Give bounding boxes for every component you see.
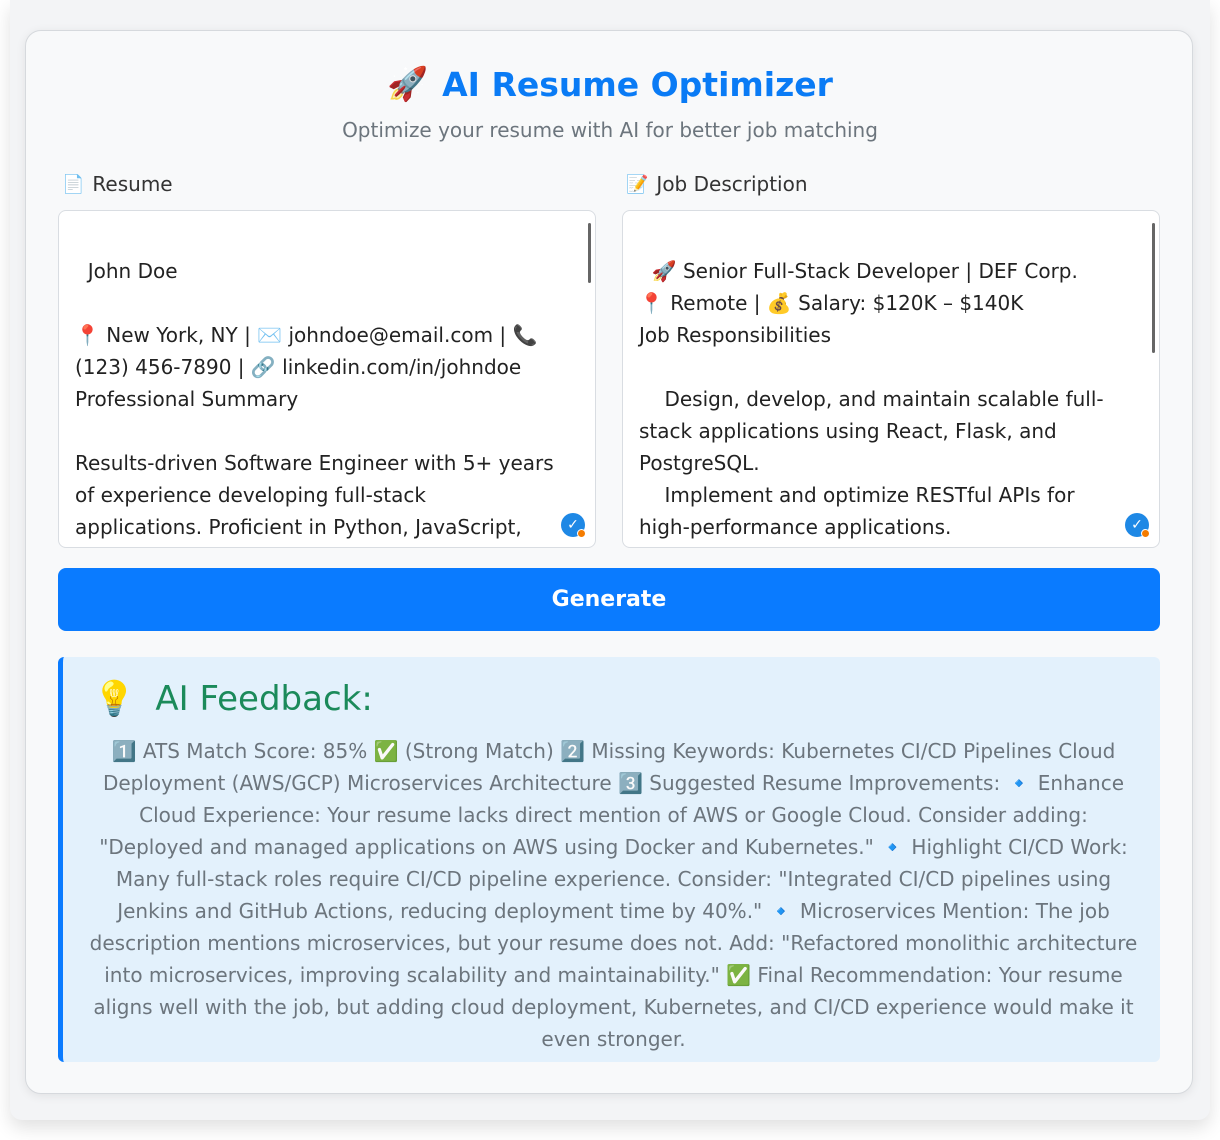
page-title: 🚀 AI Resume Optimizer	[0, 64, 1220, 104]
job-text: 🚀 Senior Full-Stack Developer | DEF Corp…	[639, 259, 1104, 539]
feedback-body: 1️⃣ ATS Match Score: 85% ✅ (Strong Match…	[89, 739, 1138, 1051]
lightbulb-icon: 💡	[93, 679, 136, 719]
title-text: AI Resume Optimizer	[442, 64, 833, 104]
status-dot	[1141, 529, 1150, 538]
resume-text: John Doe 📍 New York, NY | ✉️ johndoe@ema…	[75, 259, 554, 539]
rocket-icon: 🚀	[387, 64, 429, 103]
resume-label-text: Resume	[92, 172, 173, 196]
feedback-title: 💡 AI Feedback:	[93, 679, 373, 719]
job-label-text: Job Description	[656, 172, 808, 196]
grammar-check-icon[interactable]: ✓	[561, 513, 586, 538]
resume-scrollbar[interactable]	[588, 223, 591, 283]
document-icon: 📄	[62, 173, 85, 195]
feedback-title-text: AI Feedback:	[155, 679, 373, 719]
job-scrollbar[interactable]	[1152, 223, 1155, 353]
job-description-textarea[interactable]: 🚀 Senior Full-Stack Developer | DEF Corp…	[622, 210, 1160, 548]
grammar-check-icon[interactable]: ✓	[1125, 513, 1150, 538]
resume-textarea[interactable]: John Doe 📍 New York, NY | ✉️ johndoe@ema…	[58, 210, 596, 548]
resume-label: 📄 Resume	[62, 172, 173, 196]
job-description-label: 📝 Job Description	[626, 172, 808, 196]
status-dot	[577, 529, 586, 538]
generate-button[interactable]: Generate	[58, 568, 1160, 631]
page-subtitle: Optimize your resume with AI for better …	[342, 118, 878, 142]
memo-icon: 📝	[626, 173, 649, 195]
feedback-panel: 💡 AI Feedback: 1️⃣ ATS Match Score: 85% …	[58, 657, 1160, 1062]
